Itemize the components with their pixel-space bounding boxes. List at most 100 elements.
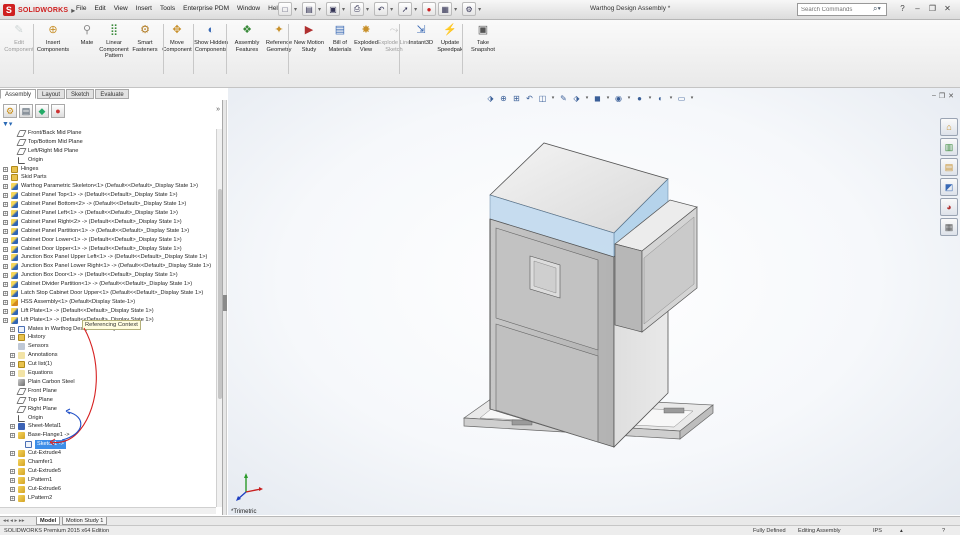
tree-item[interactable]: + Equations — [0, 369, 216, 378]
tree-item[interactable]: + Cabinet Panel Top<1> -> (Default<<Defau… — [0, 191, 216, 200]
expand-toggle-icon[interactable]: + — [3, 255, 8, 261]
tree-item[interactable]: Top/Bottom Mid Plane — [0, 138, 216, 147]
tree-item[interactable]: + History — [0, 333, 216, 342]
tree-item[interactable]: + HSS Assembly<1> (Default<Display State-… — [0, 298, 216, 307]
expand-toggle-icon[interactable]: + — [10, 495, 15, 501]
tree-item[interactable]: + LPattern2 — [0, 494, 216, 503]
tab-model[interactable]: Model — [36, 517, 61, 525]
tree-item[interactable]: Origin — [0, 156, 216, 165]
configuration-manager-tab-icon[interactable]: ◆ — [35, 104, 49, 118]
expand-toggle-icon[interactable]: + — [3, 166, 8, 172]
expand-toggle-icon[interactable]: + — [10, 326, 15, 332]
tree-vertical-scrollbar[interactable] — [216, 129, 222, 507]
expand-toggle-icon[interactable]: + — [3, 264, 8, 270]
tree-item[interactable]: + Base-Flange1 -> — [0, 431, 216, 440]
tree-item[interactable]: Left/Right Mid Plane — [0, 147, 216, 156]
tree-horizontal-scrollbar[interactable] — [0, 507, 216, 514]
expand-toggle-icon[interactable]: + — [10, 468, 15, 474]
expand-toggle-icon[interactable]: + — [10, 362, 15, 368]
menu-enterprise-pdm[interactable]: Enterprise PDM — [179, 5, 233, 12]
tab-evaluate[interactable]: Evaluate — [95, 89, 129, 99]
print-icon[interactable]: ⎙ — [350, 2, 365, 16]
tree-item[interactable]: + Annotations — [0, 351, 216, 360]
expand-toggle-icon[interactable]: + — [3, 193, 8, 199]
menu-view[interactable]: View — [110, 5, 132, 12]
minimize-icon[interactable]: – — [911, 2, 924, 15]
units-dropdown-icon[interactable]: ▴ — [900, 527, 903, 535]
show-hidden-button[interactable]: ◐ Show Hidden Components — [194, 22, 228, 53]
expand-toggle-icon[interactable]: + — [3, 184, 8, 190]
menu-file[interactable]: File — [72, 5, 90, 12]
tree-item[interactable]: + Junction Box Panel Lower Right<1> -> (D… — [0, 262, 216, 271]
warthog-cabinet-model[interactable] — [228, 88, 960, 515]
tree-item[interactable]: + Cut list(1) — [0, 360, 216, 369]
tree-item[interactable]: + Cut-Extrude6 — [0, 485, 216, 494]
rebuild-traffic-light-icon[interactable]: ● — [422, 2, 437, 16]
smart-fasteners-button[interactable]: ⚙ Smart Fasteners — [128, 22, 162, 53]
dropdown-arrow-icon[interactable]: ▾ — [390, 6, 393, 13]
tree-item[interactable]: + Cabinet Divider Partition<1> -> (Defaul… — [0, 280, 216, 289]
linear-pattern-button[interactable]: ⣿ Linear Component Pattern — [97, 22, 131, 60]
expand-toggle-icon[interactable]: + — [10, 477, 15, 483]
save-icon[interactable]: ▣ — [326, 2, 341, 16]
tree-item[interactable]: Origin — [0, 414, 216, 423]
help-question-icon[interactable]: ? — [896, 2, 909, 15]
expand-toggle-icon[interactable]: + — [10, 335, 15, 341]
dropdown-arrow-icon[interactable]: ▾ — [366, 6, 369, 13]
dropdown-arrow-icon[interactable]: ▾ — [294, 6, 297, 13]
undo-icon[interactable]: ↶ — [374, 2, 389, 16]
menu-tools[interactable]: Tools — [156, 5, 179, 12]
insert-components-button[interactable]: ⊕ Insert Components — [36, 22, 70, 53]
expand-toggle-icon[interactable]: + — [3, 246, 8, 252]
file-properties-icon[interactable]: ▦ — [438, 2, 453, 16]
tree-item[interactable]: + Junction Box Door<1> -> (Default<<Defau… — [0, 271, 216, 280]
display-manager-tab-icon[interactable]: ● — [51, 104, 65, 118]
app-logo[interactable]: S SOLIDWORKS ▸ — [3, 3, 75, 17]
scrollbar-thumb[interactable] — [218, 189, 222, 399]
tree-item[interactable]: Front Plane — [0, 387, 216, 396]
dropdown-arrow-icon[interactable]: ▾ — [318, 6, 321, 13]
panel-collapse-icon[interactable]: » — [216, 106, 220, 113]
expand-toggle-icon[interactable]: + — [3, 317, 8, 323]
dropdown-arrow-icon[interactable]: ▾ — [414, 6, 417, 13]
tab-sketch[interactable]: Sketch — [66, 89, 95, 99]
restore-icon[interactable]: ❐ — [926, 2, 939, 15]
expand-toggle-icon[interactable]: + — [3, 237, 8, 243]
property-manager-tab-icon[interactable]: ▤ — [19, 104, 33, 118]
tree-item[interactable]: Front/Back Mid Plane — [0, 129, 216, 138]
close-icon[interactable]: ✕ — [941, 2, 954, 15]
options-gear-icon[interactable]: ⚙ — [462, 2, 477, 16]
feature-manager-tab-icon[interactable]: ⚙ — [3, 104, 17, 118]
panel-splitter[interactable] — [223, 100, 227, 515]
units-status[interactable]: IPS — [873, 527, 882, 535]
tree-item[interactable]: Sketch1 -> — [0, 440, 216, 450]
expand-toggle-icon[interactable]: + — [10, 371, 15, 377]
tree-item[interactable]: + Hinges — [0, 165, 216, 174]
tree-item[interactable]: + Cabinet Panel Right<2> -> (Default<<Def… — [0, 218, 216, 227]
tree-item[interactable]: + Cabinet Door Lower<1> -> (Default<<Defa… — [0, 236, 216, 245]
expand-toggle-icon[interactable]: + — [10, 353, 15, 359]
expand-toggle-icon[interactable]: + — [3, 299, 8, 305]
tree-item[interactable]: Chamfer1 — [0, 458, 216, 467]
expand-toggle-icon[interactable]: + — [3, 219, 8, 225]
dropdown-arrow-icon[interactable]: ▾ — [342, 6, 345, 13]
filter-icon[interactable]: ▼▾ — [2, 120, 12, 128]
tree-item[interactable]: + Latch Stop Cabinet Door Upper<1> (Defau… — [0, 289, 216, 298]
expand-toggle-icon[interactable]: + — [3, 282, 8, 288]
expand-toggle-icon[interactable]: + — [3, 273, 8, 279]
tree-item[interactable]: Right Plane — [0, 405, 216, 414]
reference-geometry-button[interactable]: ✦ Reference Geometry — [262, 22, 296, 53]
search-icon[interactable]: ⌕▾ — [873, 4, 881, 14]
dropdown-arrow-icon[interactable]: ▾ — [454, 6, 457, 13]
dropdown-arrow-icon[interactable]: ▾ — [478, 6, 481, 13]
tree-item[interactable]: Plain Carbon Steel — [0, 378, 216, 387]
tree-item[interactable]: + Junction Box Panel Upper Left<1> -> (De… — [0, 253, 216, 262]
tree-item[interactable]: + Cabinet Panel Partition<1> -> (Default<… — [0, 227, 216, 236]
move-component-button[interactable]: ✥ Move Component — [160, 22, 194, 53]
snapshot-button[interactable]: ▣ Take Snapshot — [466, 22, 500, 53]
tree-item[interactable]: + Cut-Extrude4 — [0, 449, 216, 458]
expand-toggle-icon[interactable]: + — [10, 424, 15, 430]
open-folder-icon[interactable]: ▤ — [302, 2, 317, 16]
assembly-features-button[interactable]: ❖ Assembly Features — [230, 22, 264, 53]
graphics-area[interactable]: ⬗ ⊕ ⊞ ↶ ◫ ▾ ✎ ⬗ ▾ ◼ ▾ ◉ ▾ ● ▾ ◐ ▾ ▭ ▾ – ❐ ✕ ⌂ ▥ ▤ ◩ ◕ ▦ — [228, 88, 960, 515]
